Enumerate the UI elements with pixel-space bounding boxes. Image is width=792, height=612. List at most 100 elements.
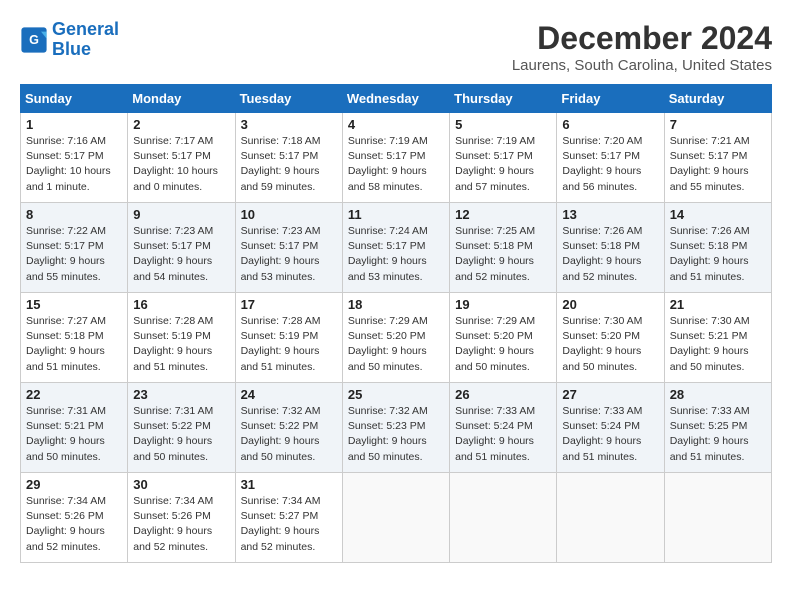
header-cell-sunday: Sunday xyxy=(21,85,128,113)
calendar-cell: 24Sunrise: 7:32 AMSunset: 5:22 PMDayligh… xyxy=(235,383,342,473)
logo-line2: Blue xyxy=(52,39,91,59)
day-info: Sunrise: 7:16 AMSunset: 5:17 PMDaylight:… xyxy=(26,134,122,195)
day-info: Sunrise: 7:17 AMSunset: 5:17 PMDaylight:… xyxy=(133,134,229,195)
day-number: 31 xyxy=(241,477,337,492)
header-cell-wednesday: Wednesday xyxy=(342,85,449,113)
logo-icon: G xyxy=(20,26,48,54)
header-cell-thursday: Thursday xyxy=(450,85,557,113)
calendar-cell: 30 Sunrise: 7:34 AMSunset: 5:26 PMDayligh… xyxy=(128,473,235,563)
calendar-cell: 1 Sunrise: 7:16 AMSunset: 5:17 PMDaylight… xyxy=(21,113,128,203)
calendar-cell: 26 Sunrise: 7:33 AMSunset: 5:24 PMDayligh… xyxy=(450,383,557,473)
calendar-cell xyxy=(664,473,771,563)
calendar-cell: 19Sunrise: 7:29 AMSunset: 5:20 PMDayligh… xyxy=(450,293,557,383)
day-number: 16 xyxy=(133,297,229,312)
day-number: 4 xyxy=(348,117,444,132)
day-number: 8 xyxy=(26,207,122,222)
day-number: 19 xyxy=(455,297,551,312)
calendar-cell: 25Sunrise: 7:32 AMSunset: 5:23 PMDayligh… xyxy=(342,383,449,473)
day-number: 27 xyxy=(562,387,658,402)
day-info: Sunrise: 7:33 AMSunset: 5:24 PMDaylight:… xyxy=(455,404,551,465)
calendar-cell: 3 Sunrise: 7:18 AMSunset: 5:17 PMDaylight… xyxy=(235,113,342,203)
calendar-cell: 11 Sunrise: 7:24 AMSunset: 5:17 PMDayligh… xyxy=(342,203,449,293)
day-number: 10 xyxy=(241,207,337,222)
day-number: 30 xyxy=(133,477,229,492)
day-info: Sunrise: 7:18 AMSunset: 5:17 PMDaylight:… xyxy=(241,134,337,195)
day-info: Sunrise: 7:34 AMSunset: 5:27 PMDaylight:… xyxy=(241,494,337,555)
day-info: Sunrise: 7:30 AMSunset: 5:21 PMDaylight:… xyxy=(670,314,766,375)
page-header: G General Blue December 2024 Laurens, So… xyxy=(20,20,772,74)
svg-text:G: G xyxy=(29,33,39,47)
day-info: Sunrise: 7:19 AMSunset: 5:17 PMDaylight:… xyxy=(348,134,444,195)
day-info: Sunrise: 7:28 AMSunset: 5:19 PMDaylight:… xyxy=(133,314,229,375)
day-number: 26 xyxy=(455,387,551,402)
calendar-week-4: 22 Sunrise: 7:31 AMSunset: 5:21 PMDayligh… xyxy=(21,383,772,473)
day-number: 3 xyxy=(241,117,337,132)
calendar-cell: 18 Sunrise: 7:29 AMSunset: 5:20 PMDayligh… xyxy=(342,293,449,383)
logo-line1: General xyxy=(52,19,119,39)
day-number: 15 xyxy=(26,297,122,312)
calendar-cell: 8 Sunrise: 7:22 AMSunset: 5:17 PMDaylight… xyxy=(21,203,128,293)
day-number: 18 xyxy=(348,297,444,312)
calendar-header: SundayMondayTuesdayWednesdayThursdayFrid… xyxy=(21,85,772,113)
day-number: 17 xyxy=(241,297,337,312)
calendar-cell: 9Sunrise: 7:23 AMSunset: 5:17 PMDaylight… xyxy=(128,203,235,293)
calendar-week-3: 15 Sunrise: 7:27 AMSunset: 5:18 PMDayligh… xyxy=(21,293,772,383)
header-cell-tuesday: Tuesday xyxy=(235,85,342,113)
day-info: Sunrise: 7:33 AMSunset: 5:25 PMDaylight:… xyxy=(670,404,766,465)
day-number: 5 xyxy=(455,117,551,132)
calendar-cell: 7 Sunrise: 7:21 AMSunset: 5:17 PMDaylight… xyxy=(664,113,771,203)
day-number: 29 xyxy=(26,477,122,492)
calendar-cell: 27Sunrise: 7:33 AMSunset: 5:24 PMDayligh… xyxy=(557,383,664,473)
day-number: 21 xyxy=(670,297,766,312)
calendar-cell: 17 Sunrise: 7:28 AMSunset: 5:19 PMDayligh… xyxy=(235,293,342,383)
calendar-cell: 16 Sunrise: 7:28 AMSunset: 5:19 PMDayligh… xyxy=(128,293,235,383)
day-info: Sunrise: 7:29 AMSunset: 5:20 PMDaylight:… xyxy=(348,314,444,375)
day-number: 14 xyxy=(670,207,766,222)
day-info: Sunrise: 7:26 AMSunset: 5:18 PMDaylight:… xyxy=(670,224,766,285)
calendar-cell: 15 Sunrise: 7:27 AMSunset: 5:18 PMDayligh… xyxy=(21,293,128,383)
day-number: 28 xyxy=(670,387,766,402)
day-info: Sunrise: 7:20 AMSunset: 5:17 PMDaylight:… xyxy=(562,134,658,195)
day-number: 6 xyxy=(562,117,658,132)
day-info: Sunrise: 7:27 AMSunset: 5:18 PMDaylight:… xyxy=(26,314,122,375)
day-info: Sunrise: 7:25 AMSunset: 5:18 PMDaylight:… xyxy=(455,224,551,285)
day-info: Sunrise: 7:31 AMSunset: 5:22 PMDaylight:… xyxy=(133,404,229,465)
day-info: Sunrise: 7:28 AMSunset: 5:19 PMDaylight:… xyxy=(241,314,337,375)
logo: G General Blue xyxy=(20,20,119,60)
day-number: 7 xyxy=(670,117,766,132)
day-info: Sunrise: 7:34 AMSunset: 5:26 PMDaylight:… xyxy=(26,494,122,555)
calendar-cell: 4 Sunrise: 7:19 AMSunset: 5:17 PMDaylight… xyxy=(342,113,449,203)
day-number: 22 xyxy=(26,387,122,402)
day-info: Sunrise: 7:21 AMSunset: 5:17 PMDaylight:… xyxy=(670,134,766,195)
calendar-cell: 5Sunrise: 7:19 AMSunset: 5:17 PMDaylight… xyxy=(450,113,557,203)
day-info: Sunrise: 7:32 AMSunset: 5:22 PMDaylight:… xyxy=(241,404,337,465)
calendar-cell: 14 Sunrise: 7:26 AMSunset: 5:18 PMDayligh… xyxy=(664,203,771,293)
day-info: Sunrise: 7:31 AMSunset: 5:21 PMDaylight:… xyxy=(26,404,122,465)
day-number: 2 xyxy=(133,117,229,132)
calendar-cell xyxy=(450,473,557,563)
day-number: 20 xyxy=(562,297,658,312)
day-info: Sunrise: 7:34 AMSunset: 5:26 PMDaylight:… xyxy=(133,494,229,555)
calendar-cell: 28 Sunrise: 7:33 AMSunset: 5:25 PMDayligh… xyxy=(664,383,771,473)
header-row: SundayMondayTuesdayWednesdayThursdayFrid… xyxy=(21,85,772,113)
calendar-cell xyxy=(342,473,449,563)
day-number: 13 xyxy=(562,207,658,222)
header-cell-monday: Monday xyxy=(128,85,235,113)
day-info: Sunrise: 7:23 AMSunset: 5:17 PMDaylight:… xyxy=(241,224,337,285)
calendar-week-5: 29 Sunrise: 7:34 AMSunset: 5:26 PMDayligh… xyxy=(21,473,772,563)
day-info: Sunrise: 7:22 AMSunset: 5:17 PMDaylight:… xyxy=(26,224,122,285)
calendar-cell: 2 Sunrise: 7:17 AMSunset: 5:17 PMDaylight… xyxy=(128,113,235,203)
header-cell-saturday: Saturday xyxy=(664,85,771,113)
calendar-cell: 12Sunrise: 7:25 AMSunset: 5:18 PMDayligh… xyxy=(450,203,557,293)
calendar-table: SundayMondayTuesdayWednesdayThursdayFrid… xyxy=(20,84,772,563)
day-info: Sunrise: 7:24 AMSunset: 5:17 PMDaylight:… xyxy=(348,224,444,285)
day-number: 11 xyxy=(348,207,444,222)
calendar-cell: 22 Sunrise: 7:31 AMSunset: 5:21 PMDayligh… xyxy=(21,383,128,473)
calendar-cell: 23Sunrise: 7:31 AMSunset: 5:22 PMDayligh… xyxy=(128,383,235,473)
day-info: Sunrise: 7:32 AMSunset: 5:23 PMDaylight:… xyxy=(348,404,444,465)
day-number: 1 xyxy=(26,117,122,132)
title-block: December 2024 Laurens, South Carolina, U… xyxy=(512,20,772,74)
calendar-cell: 21 Sunrise: 7:30 AMSunset: 5:21 PMDayligh… xyxy=(664,293,771,383)
calendar-body: 1 Sunrise: 7:16 AMSunset: 5:17 PMDaylight… xyxy=(21,113,772,563)
day-number: 9 xyxy=(133,207,229,222)
